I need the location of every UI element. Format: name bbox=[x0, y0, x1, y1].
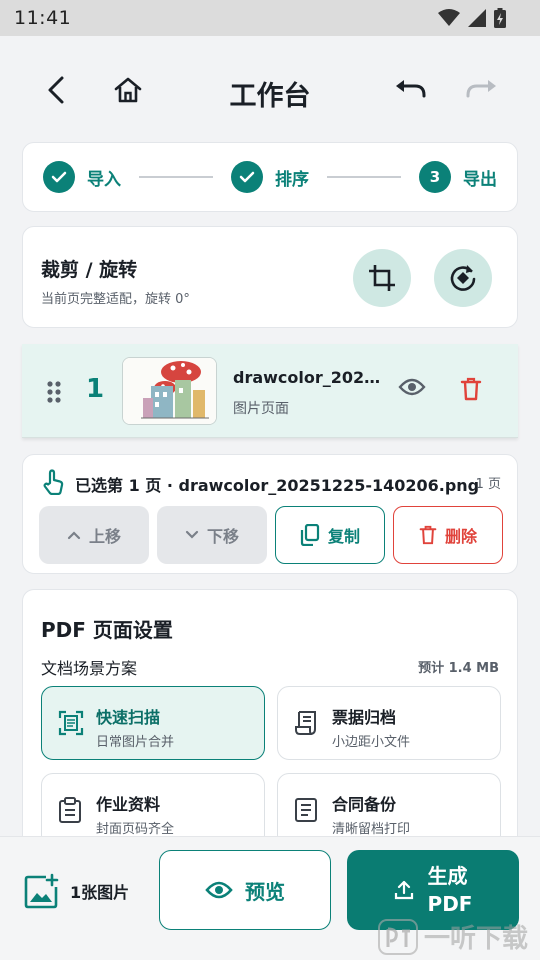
drag-handle-icon[interactable] bbox=[46, 380, 62, 404]
touch-hand-icon bbox=[43, 469, 64, 495]
image-count-label: 1张图片 bbox=[70, 883, 130, 902]
scheme-option-quick-scan[interactable]: 快速扫描 日常图片合并 bbox=[41, 686, 265, 760]
pdf-settings-card: PDF 页面设置 文档场景方案 预计 1.4 MB 快速扫描 日常图片合并 票据… bbox=[22, 589, 518, 849]
move-up-button[interactable]: 上移 bbox=[39, 506, 149, 564]
selection-card: 已选第 1 页 · drawcolor_20251225-140206.png … bbox=[22, 454, 518, 574]
page-number: 1 bbox=[86, 374, 105, 404]
chevron-down-icon bbox=[185, 530, 199, 539]
step-label: 导出 bbox=[463, 169, 497, 190]
size-estimate: 预计 1.4 MB bbox=[418, 661, 499, 676]
step-export: 3 导出 bbox=[419, 161, 497, 193]
crop-title: 裁剪 / 旋转 bbox=[41, 259, 138, 281]
option-name: 合同备份 bbox=[332, 795, 397, 814]
step-label: 排序 bbox=[275, 169, 309, 190]
copy-button[interactable]: 复制 bbox=[275, 506, 385, 564]
preview-button[interactable]: 预览 bbox=[159, 850, 331, 930]
option-desc: 封面页码齐全 bbox=[96, 822, 175, 837]
option-name: 票据归档 bbox=[332, 708, 397, 727]
selection-count: 1 页 bbox=[475, 477, 501, 492]
preview-label: 预览 bbox=[245, 879, 285, 904]
check-icon bbox=[231, 161, 263, 193]
clipboard-icon bbox=[59, 797, 81, 823]
delete-label: 删除 bbox=[444, 527, 477, 546]
option-desc: 清晰留档打印 bbox=[332, 822, 411, 837]
redo-button[interactable] bbox=[462, 70, 502, 110]
copy-icon bbox=[300, 524, 320, 546]
app-header: 工作台 bbox=[0, 36, 540, 144]
image-count[interactable]: 1张图片 bbox=[24, 873, 129, 909]
step-label: 导入 bbox=[87, 169, 121, 190]
scheme-option-receipt[interactable]: 票据归档 小边距小文件 bbox=[277, 686, 501, 760]
eye-icon bbox=[205, 881, 233, 899]
undo-button[interactable] bbox=[390, 70, 430, 110]
option-name: 快速扫描 bbox=[96, 708, 161, 727]
move-down-button[interactable]: 下移 bbox=[157, 506, 267, 564]
wifi-icon bbox=[438, 9, 460, 26]
chevron-up-icon bbox=[67, 531, 81, 540]
rotate-icon bbox=[450, 265, 476, 291]
page-title: 工作台 bbox=[229, 81, 311, 112]
step-divider bbox=[327, 176, 401, 178]
step-number: 3 bbox=[419, 161, 451, 193]
signal-icon bbox=[468, 9, 486, 27]
page-type-label: 图片页面 bbox=[233, 401, 289, 417]
thumbnail-illustration bbox=[123, 358, 216, 424]
check-icon bbox=[43, 161, 75, 193]
upload-icon bbox=[394, 880, 413, 900]
watermark-logo-icon bbox=[378, 918, 418, 955]
option-desc: 日常图片合并 bbox=[96, 735, 175, 750]
trash-icon bbox=[419, 525, 437, 545]
step-sort: 排序 bbox=[231, 161, 309, 193]
crop-button[interactable] bbox=[353, 249, 411, 307]
redo-icon bbox=[466, 80, 496, 98]
generate-label-line1: 生成 bbox=[427, 864, 468, 888]
copy-label: 复制 bbox=[327, 527, 360, 546]
watermark-text: 一听下载 bbox=[424, 924, 529, 954]
move-up-label: 上移 bbox=[88, 527, 121, 546]
trash-icon[interactable] bbox=[460, 377, 482, 401]
pdf-settings-title: PDF 页面设置 bbox=[41, 618, 173, 642]
status-time: 11:41 bbox=[14, 7, 72, 29]
selection-text: 已选第 1 页 · drawcolor_20251225-140206.png bbox=[75, 476, 480, 495]
page-list-item[interactable]: 1 drawcolor_2025… 图片页面 bbox=[22, 344, 518, 438]
eye-icon[interactable] bbox=[398, 377, 426, 397]
undo-icon bbox=[396, 80, 426, 98]
option-desc: 小边距小文件 bbox=[332, 735, 411, 750]
generate-label-line2: PDF bbox=[427, 892, 473, 916]
rotate-button[interactable] bbox=[434, 249, 492, 307]
document-icon bbox=[295, 798, 317, 822]
scheme-label: 文档场景方案 bbox=[41, 659, 138, 678]
crop-icon bbox=[369, 265, 395, 291]
page-thumbnail bbox=[122, 357, 217, 425]
watermark: 一听下载 bbox=[378, 918, 528, 955]
stepper: 导入 排序 3 导出 bbox=[22, 142, 518, 212]
page-filename: drawcolor_2025… bbox=[233, 368, 383, 387]
option-name: 作业资料 bbox=[96, 795, 161, 814]
crop-subtitle: 当前页完整适配，旋转 0° bbox=[41, 292, 190, 307]
move-down-label: 下移 bbox=[206, 527, 239, 546]
crop-rotate-card: 裁剪 / 旋转 当前页完整适配，旋转 0° bbox=[22, 226, 518, 328]
battery-icon bbox=[494, 8, 506, 28]
receipt-icon bbox=[295, 711, 316, 735]
step-import: 导入 bbox=[43, 161, 121, 193]
step-divider bbox=[139, 176, 213, 178]
status-bar: 11:41 bbox=[0, 0, 540, 36]
add-image-icon bbox=[24, 873, 59, 909]
delete-button[interactable]: 删除 bbox=[393, 506, 503, 564]
scan-icon bbox=[58, 710, 84, 736]
